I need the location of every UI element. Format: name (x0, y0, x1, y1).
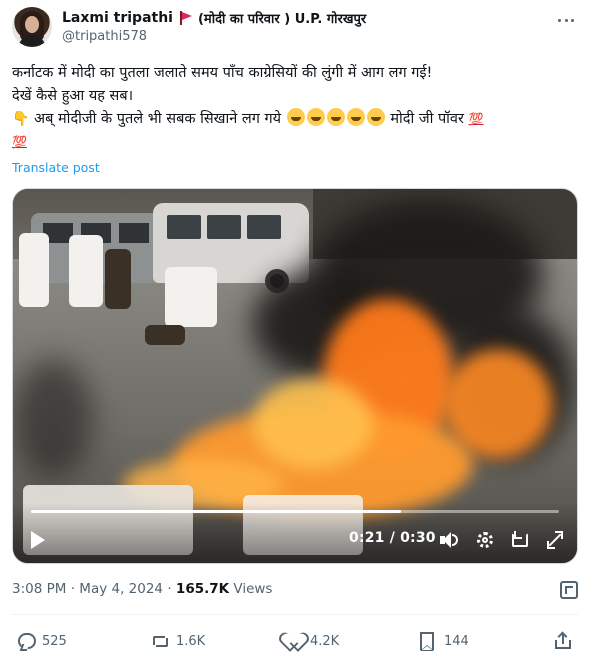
hundred-emoji: 💯 (468, 112, 484, 126)
tweet-text: कर्नाटक में मोदी का पुतला जलाते समय पाँच… (12, 62, 578, 154)
video-player[interactable]: 0:21 / 0:30 (12, 188, 578, 564)
repost-button[interactable]: 1.6K (150, 630, 205, 652)
tweet-line-3: 👇 अब् मोदीजी के पुतले भी सबक सिखाने लग ग… (12, 108, 578, 131)
rofl-emoji (346, 108, 365, 126)
bookmark-count: 144 (444, 633, 469, 649)
rofl-emoji (366, 108, 385, 126)
views-count: 165.7K (175, 581, 230, 597)
video-progress-fill (31, 510, 401, 513)
share-button[interactable] (554, 630, 572, 652)
action-bar: 525 1.6K 4.2K 144 (0, 626, 590, 654)
user-handle[interactable]: @tripathi578 (62, 29, 147, 44)
avatar[interactable] (12, 7, 52, 47)
flag-icon (179, 11, 192, 25)
bookmark-button[interactable]: 144 (420, 630, 469, 652)
like-icon (286, 633, 304, 649)
fullscreen-icon[interactable] (545, 530, 565, 550)
name-row: Laxmi tripathi (मोदी का परिवार ) U.P. गो… (62, 8, 366, 28)
meta-dot: · (70, 581, 75, 597)
rofl-emoji (326, 108, 345, 126)
reply-count: 525 (42, 633, 67, 649)
bookmark-icon (420, 632, 434, 651)
like-count: 4.2K (310, 633, 340, 649)
tweet-header: Laxmi tripathi (मोदी का परिवार ) U.P. गो… (12, 6, 582, 50)
volume-icon[interactable] (439, 530, 459, 550)
tweet-meta: 3:08 PM · May 4, 2024 · 165.7K Views (12, 581, 272, 597)
video-frame (13, 189, 577, 563)
rofl-emoji (286, 108, 305, 126)
duration: 0:30 (400, 530, 436, 546)
video-time: 0:21 / 0:30 (349, 530, 436, 546)
time-separator: / (389, 530, 396, 546)
tweet-line-3-tail: मोदी जी पॉवर (390, 111, 464, 127)
rofl-emoji (306, 108, 325, 126)
post-date[interactable]: May 4, 2024 (79, 581, 163, 597)
divider (12, 614, 578, 615)
tweet-line-3-text: अब् मोदीजी के पुतले भी सबक सिखाने लग गये (34, 111, 282, 127)
current-time: 0:21 (349, 530, 385, 546)
grok-icon[interactable] (560, 581, 578, 599)
hundred-emoji: 💯 (12, 135, 27, 149)
more-icon[interactable] (556, 10, 576, 30)
tweet-line-2: देखें कैसे हुआ यह सब। (12, 88, 134, 104)
reply-button[interactable]: 525 (18, 630, 67, 652)
video-progress-bar[interactable] (31, 510, 559, 513)
post-time[interactable]: 3:08 PM (12, 581, 66, 597)
display-name-suffix[interactable]: (मोदी का परिवार ) U.P. गोरखपुर (198, 9, 366, 27)
video-controls: 0:21 / 0:30 (13, 527, 577, 553)
display-name[interactable]: Laxmi tripathi (62, 10, 173, 26)
point-down-emoji: 👇 (12, 111, 30, 127)
play-icon[interactable] (31, 531, 45, 549)
translate-post-link[interactable]: Translate post (12, 160, 100, 175)
pip-icon[interactable] (510, 530, 530, 550)
retweet-icon (150, 634, 170, 648)
reply-icon (18, 633, 36, 649)
like-button[interactable]: 4.2K (286, 630, 339, 652)
repost-count: 1.6K (176, 633, 206, 649)
views-label: Views (233, 581, 273, 597)
tweet-line-4: 💯 (12, 131, 578, 154)
share-icon (554, 631, 572, 650)
meta-dot: · (167, 581, 172, 597)
tweet-line-1: कर्नाटक में मोदी का पुतला जलाते समय पाँच… (12, 65, 433, 81)
settings-icon[interactable] (475, 530, 495, 550)
